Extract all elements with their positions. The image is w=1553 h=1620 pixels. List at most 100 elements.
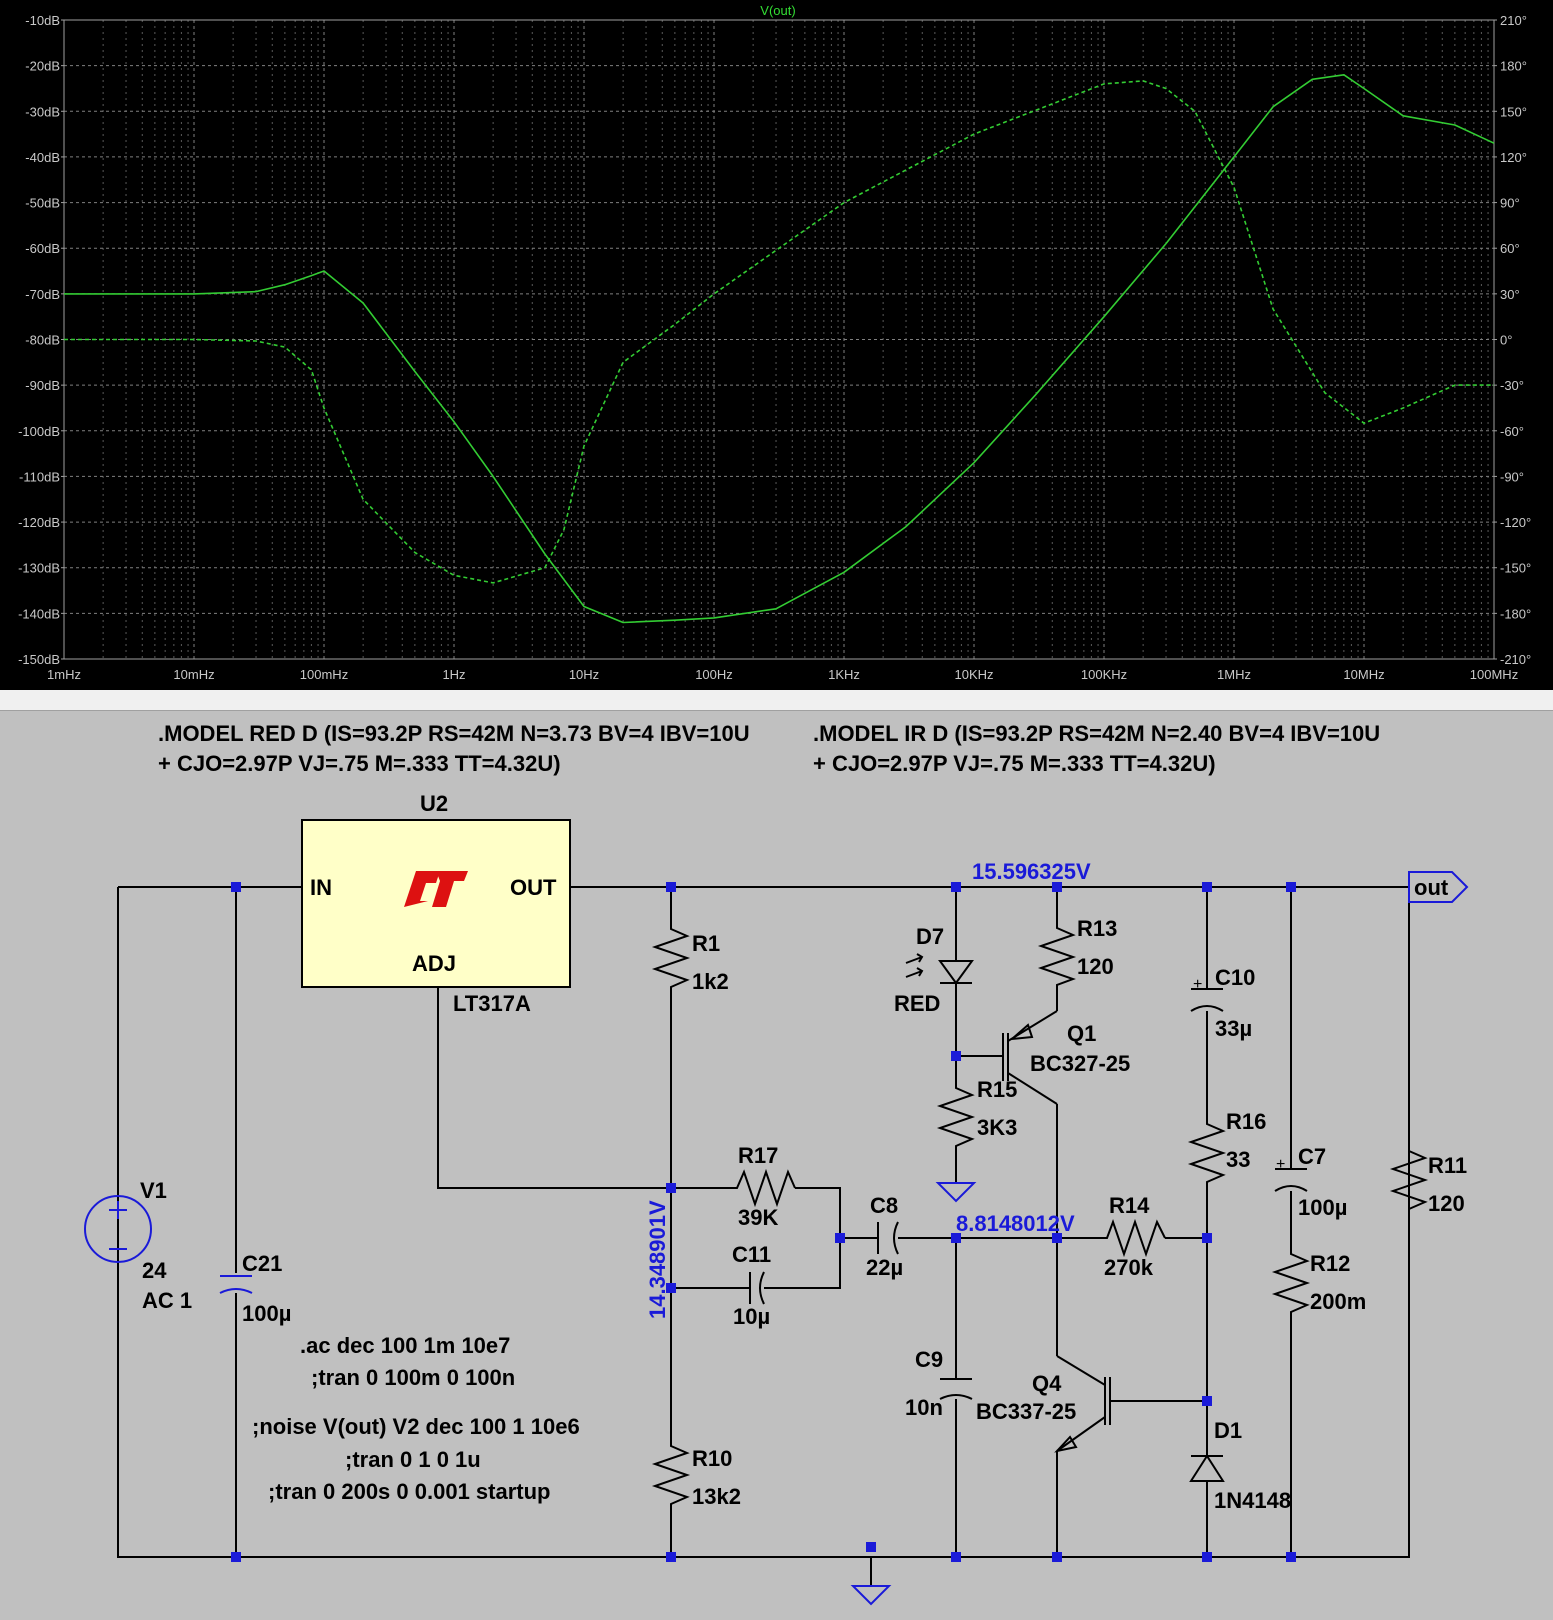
c10-ref[interactable]: C10 [1215, 965, 1255, 990]
r1-resistor[interactable] [651, 918, 691, 995]
net-voltage-mid[interactable]: 8.8148012V [956, 1211, 1075, 1236]
q1-value[interactable]: BC327-25 [1030, 1051, 1130, 1076]
c8-ref[interactable]: C8 [870, 1193, 898, 1218]
y-tick-left: -150dB [18, 652, 60, 667]
r1-value[interactable]: 1k2 [692, 969, 729, 994]
trace-name-label[interactable]: V(out) [760, 3, 795, 18]
y-tick-left: -100dB [18, 424, 60, 439]
r15-resistor[interactable] [936, 1077, 976, 1151]
r13-value[interactable]: 120 [1077, 954, 1114, 979]
ground-main[interactable] [850, 1585, 892, 1606]
y-axis-right-ticks: 210° 180° 150° 120° 90° 60° 30° 0° -30° -60° -90° -… [1494, 13, 1531, 667]
v1-ref[interactable]: V1 [140, 1178, 167, 1203]
c9-ref[interactable]: C9 [915, 1347, 943, 1372]
u2-part[interactable]: LT317A [453, 991, 531, 1016]
plot-grid [63, 19, 1495, 660]
x-tick: 100MHz [1470, 667, 1518, 682]
x-tick: 10Hz [569, 667, 599, 682]
c11-value[interactable]: 10µ [733, 1304, 770, 1329]
r14-value[interactable]: 270k [1104, 1255, 1154, 1280]
c10-value[interactable]: 33µ [1215, 1016, 1252, 1041]
r17-ref[interactable]: R17 [738, 1143, 778, 1168]
y-tick-right: 30° [1500, 287, 1520, 302]
r10-resistor[interactable] [651, 1435, 691, 1511]
net-voltage-top-rail[interactable]: 15.596325V [972, 859, 1091, 884]
r13-ref[interactable]: R13 [1077, 916, 1117, 941]
r10-value[interactable]: 13k2 [692, 1484, 741, 1509]
net-voltage-adj[interactable]: 14.348901V [645, 1200, 670, 1319]
r10-ref[interactable]: R10 [692, 1446, 732, 1471]
r16-value[interactable]: 33 [1226, 1147, 1250, 1172]
y-tick-right: 180° [1500, 59, 1527, 74]
r15-value[interactable]: 3K3 [977, 1115, 1017, 1140]
waveform-plot[interactable]: V(out) -10dB -20dB -30dB -40dB -50dB -60dB -70… [0, 0, 1553, 690]
r17-value[interactable]: 39K [738, 1205, 778, 1230]
c11-capacitor[interactable] [749, 1271, 792, 1305]
q4-ref[interactable]: Q4 [1032, 1371, 1062, 1396]
y-tick-right: 0° [1500, 333, 1512, 348]
y-tick-left: -130dB [18, 561, 60, 576]
model-ir-line2[interactable]: + CJO=2.97P VJ=.75 M=.333 TT=4.32U) [813, 751, 1216, 776]
waveform-plot-pane[interactable]: V(out) -10dB -20dB -30dB -40dB -50dB -60dB -70… [0, 0, 1553, 690]
v1-value2[interactable]: AC 1 [142, 1288, 192, 1313]
d1-diode[interactable] [1189, 1454, 1225, 1482]
v1-value[interactable]: 24 [142, 1258, 167, 1283]
model-red-line1[interactable]: .MODEL RED D (IS=93.2P RS=42M N=3.73 BV=… [158, 721, 750, 746]
x-tick: 10KHz [954, 667, 993, 682]
y-tick-left: -30dB [25, 104, 60, 119]
out-port-label[interactable]: out [1414, 875, 1449, 900]
c21-capacitor[interactable] [219, 1275, 253, 1294]
r12-value[interactable]: 200m [1310, 1289, 1366, 1314]
directive-tran-1[interactable]: ;tran 0 100m 0 100n [311, 1365, 515, 1390]
c11-ref[interactable]: C11 [732, 1242, 771, 1267]
r13-resistor[interactable] [1037, 917, 1077, 987]
trace-phase-line [64, 80, 1494, 584]
d1-value[interactable]: 1N4148 [1214, 1488, 1291, 1513]
pane-divider[interactable] [0, 690, 1553, 711]
c8-value[interactable]: 22µ [866, 1255, 903, 1280]
y-tick-left: -70dB [25, 287, 60, 302]
c8-capacitor[interactable] [877, 1221, 899, 1255]
directive-ac[interactable]: .ac dec 100 1m 10e7 [300, 1333, 510, 1358]
y-tick-left: -120dB [18, 515, 60, 530]
r11-value[interactable]: 120 [1428, 1191, 1465, 1216]
c21-ref[interactable]: C21 [242, 1251, 282, 1276]
directive-tran-2[interactable]: ;tran 0 1 0 1u [345, 1447, 481, 1472]
r14-ref[interactable]: R14 [1109, 1193, 1150, 1218]
d7-led[interactable] [905, 953, 974, 985]
q1-ref[interactable]: Q1 [1067, 1021, 1096, 1046]
d7-ref[interactable]: D7 [916, 924, 944, 949]
r12-ref[interactable]: R12 [1310, 1251, 1350, 1276]
r1-ref[interactable]: R1 [692, 931, 720, 956]
u2-ref[interactable]: U2 [420, 791, 448, 816]
c21-value[interactable]: 100µ [242, 1301, 291, 1326]
y-tick-left: -140dB [18, 606, 60, 621]
d7-value[interactable]: RED [894, 991, 940, 1016]
r14-resistor[interactable] [1100, 1218, 1166, 1258]
c7-value[interactable]: 100µ [1298, 1195, 1347, 1220]
r12-resistor[interactable] [1271, 1246, 1311, 1321]
model-red-line2[interactable]: + CJO=2.97P VJ=.75 M=.333 TT=4.32U) [158, 751, 561, 776]
schematic-pane[interactable]: .MODEL RED D (IS=93.2P RS=42M N=3.73 BV=… [0, 711, 1553, 1615]
u2-lt317a[interactable]: IN OUT ADJ [301, 819, 571, 988]
y-tick-right: 90° [1500, 196, 1520, 211]
r15-ref[interactable]: R15 [977, 1077, 1017, 1102]
y-tick-right: 210° [1500, 13, 1527, 28]
r11-ref[interactable]: R11 [1428, 1153, 1467, 1178]
directive-tran-3[interactable]: ;tran 0 200s 0 0.001 startup [268, 1479, 550, 1504]
y-tick-right: -150° [1500, 561, 1531, 576]
c7-plus-mark: + [1276, 1156, 1285, 1173]
directive-noise[interactable]: ;noise V(out) V2 dec 100 1 10e6 [252, 1414, 580, 1439]
schematic-canvas[interactable]: .MODEL RED D (IS=93.2P RS=42M N=3.73 BV=… [0, 711, 1553, 1615]
c9-value[interactable]: 10n [905, 1395, 943, 1420]
d1-ref[interactable]: D1 [1214, 1418, 1242, 1443]
q4-value[interactable]: BC337-25 [976, 1399, 1076, 1424]
r16-resistor[interactable] [1187, 1116, 1227, 1189]
r16-ref[interactable]: R16 [1226, 1109, 1266, 1134]
model-ir-line1[interactable]: .MODEL IR D (IS=93.2P RS=42M N=2.40 BV=4… [813, 721, 1380, 746]
y-tick-right: 120° [1500, 150, 1527, 165]
y-tick-right: -120° [1500, 515, 1531, 530]
c9-capacitor[interactable] [939, 1378, 973, 1400]
r17-resistor[interactable] [728, 1168, 796, 1208]
c7-ref[interactable]: C7 [1298, 1144, 1326, 1169]
